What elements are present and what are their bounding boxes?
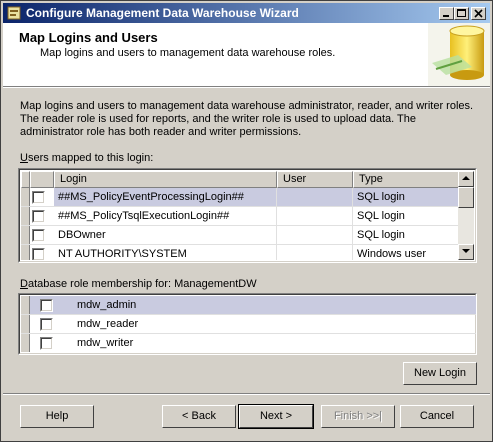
scroll-thumb[interactable] [458,187,474,208]
column-header-user[interactable]: User [277,171,353,188]
user-type-cell: SQL login [353,188,460,206]
user-type-cell: Windows user [353,245,460,260]
user-row[interactable]: ##MS_PolicyEventProcessingLogin## SQL lo… [21,188,460,207]
row-header [21,226,30,244]
role-row-checkbox[interactable] [40,299,53,312]
user-row-checkbox[interactable] [32,191,45,204]
scroll-down-button[interactable] [458,244,474,260]
new-login-button[interactable]: New Login [403,362,477,385]
user-login-cell: NT AUTHORITY\SYSTEM [54,245,277,260]
user-login-cell: ##MS_PolicyEventProcessingLogin## [54,188,277,206]
window-title: Configure Management Data Warehouse Wiza… [26,6,299,20]
finish-button[interactable]: Finish >>| [321,405,395,428]
wizard-window: Configure Management Data Warehouse Wiza… [0,0,493,442]
wizard-app-icon [7,6,21,20]
minimize-button[interactable] [439,7,454,20]
role-name-cell: mdw_reader [77,318,139,330]
roles-grid-body: mdw_admin mdw_reader mdw_writer [21,296,476,352]
user-user-cell[interactable] [277,188,353,206]
user-login-cell: DBOwner [54,226,277,244]
maximize-button[interactable] [454,7,469,20]
page-subtitle: Map logins and users to management data … [40,47,336,59]
user-row-checkbox[interactable] [32,210,45,223]
user-row[interactable]: DBOwner SQL login [21,226,460,245]
scroll-up-button[interactable] [458,171,474,187]
roles-grid[interactable]: mdw_admin mdw_reader mdw_writer [18,293,477,355]
users-grid-scrollbar[interactable] [458,171,474,260]
user-row[interactable]: NT AUTHORITY\SYSTEM Windows user [21,245,460,260]
row-header [21,334,30,352]
maximize-icon [457,9,466,17]
grid-corner-header [21,171,30,188]
close-icon [474,9,483,18]
role-row[interactable]: mdw_writer [21,334,476,352]
arrow-down-icon [462,249,470,253]
user-user-cell[interactable] [277,245,353,260]
role-row[interactable]: mdw_admin [21,296,476,315]
role-membership-label: Database role membership for: Management… [20,278,257,290]
header-separator [3,86,490,88]
users-label-accel: U [20,152,28,164]
column-header-type[interactable]: Type [353,171,460,188]
title-bar[interactable]: Configure Management Data Warehouse Wiza… [3,3,490,23]
role-label-text: atabase role membership for: ManagementD… [27,278,257,290]
help-button[interactable]: Help [20,405,94,428]
role-row[interactable]: mdw_reader [21,315,476,334]
row-header [21,188,30,206]
page-header: Map Logins and Users Map logins and user… [3,23,490,86]
cancel-button[interactable]: Cancel [400,405,474,428]
checkbox-column-header[interactable] [30,171,54,188]
user-user-cell[interactable] [277,226,353,244]
user-row-checkbox[interactable] [32,248,45,260]
minimize-icon [443,15,449,17]
users-mapped-label: Users mapped to this login: [20,152,153,164]
role-name-cell: mdw_writer [77,337,134,349]
database-banner-icon [428,23,490,86]
description-text: Map logins and users to management data … [20,100,474,138]
close-button[interactable] [471,7,486,20]
column-header-login[interactable]: Login [54,171,277,188]
user-row-checkbox[interactable] [32,229,45,242]
users-grid-body: Login User Type ##MS_PolicyEventProcessi… [21,171,460,260]
user-type-cell: SQL login [353,207,460,225]
users-grid[interactable]: Login User Type ##MS_PolicyEventProcessi… [18,168,477,263]
users-label-text: sers mapped to this login: [27,152,154,164]
row-header [21,315,30,333]
page-title: Map Logins and Users [19,30,158,45]
footer-separator [3,393,490,395]
user-row[interactable]: ##MS_PolicyTsqlExecutionLogin## SQL logi… [21,207,460,226]
role-row-checkbox[interactable] [40,318,53,331]
user-user-cell[interactable] [277,207,353,225]
next-button[interactable]: Next > [238,404,314,429]
role-row-checkbox[interactable] [40,337,53,350]
row-header [21,245,30,260]
row-header [21,296,30,314]
row-header [21,207,30,225]
back-button[interactable]: < Back [162,405,236,428]
role-label-accel: D [20,278,28,290]
arrow-up-icon [462,176,470,180]
role-name-cell: mdw_admin [77,299,137,311]
user-type-cell: SQL login [353,226,460,244]
user-login-cell: ##MS_PolicyTsqlExecutionLogin## [54,207,277,225]
